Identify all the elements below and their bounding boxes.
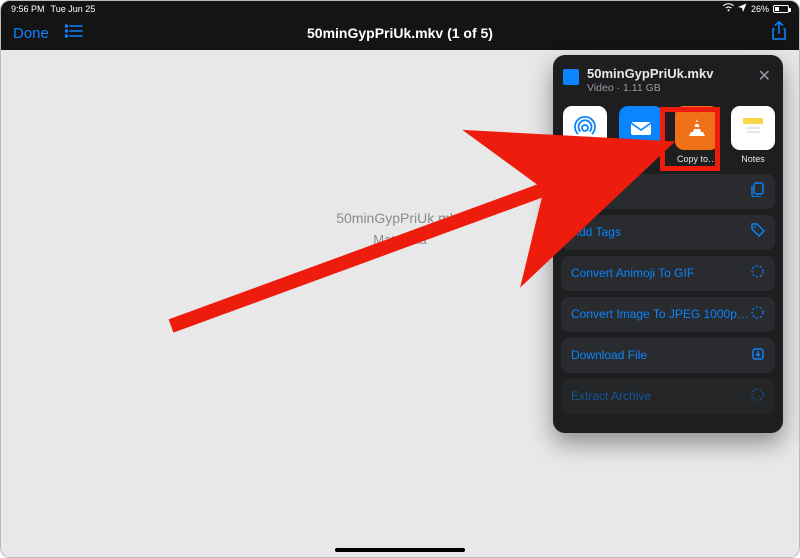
- action-jpeg[interactable]: Convert Image To JPEG 1000p…: [561, 297, 775, 332]
- share-actions: Copy Add Tags Convert Animoji To GIF Con…: [561, 174, 775, 414]
- battery-pct: 26%: [751, 4, 769, 14]
- share-button[interactable]: [771, 21, 787, 46]
- battery-icon: [773, 5, 789, 13]
- action-extract[interactable]: Extract Archive: [561, 379, 775, 414]
- share-subtitle: Video · 1.11 GB: [587, 82, 713, 94]
- list-icon[interactable]: [65, 24, 83, 43]
- wifi-icon: [723, 3, 734, 14]
- action-copy[interactable]: Copy: [561, 174, 775, 209]
- location-icon: [738, 3, 747, 14]
- action-label: Convert Animoji To GIF: [571, 266, 694, 280]
- share-app-label: Mail: [633, 154, 650, 164]
- action-add-tags[interactable]: Add Tags: [561, 215, 775, 250]
- spinner-icon: [750, 387, 765, 405]
- action-download[interactable]: Download File: [561, 338, 775, 373]
- share-app-airdrop[interactable]: AirDr…: [561, 106, 609, 164]
- action-animoji[interactable]: Convert Animoji To GIF: [561, 256, 775, 291]
- status-time: 9:56 PM: [11, 4, 45, 14]
- highlight-box: [660, 107, 720, 171]
- action-label: Add Tags: [571, 225, 621, 239]
- share-app-label: Notes: [741, 154, 765, 164]
- share-sheet: 50minGypPriUk.mkv Video · 1.11 GB ✕ AirD…: [553, 55, 783, 433]
- status-bar: 9:56 PM Tue Jun 25 26%: [1, 1, 799, 16]
- file-thumb-icon: [563, 69, 579, 85]
- close-icon[interactable]: ✕: [756, 67, 773, 87]
- done-button[interactable]: Done: [13, 25, 49, 42]
- action-label: Copy: [571, 184, 599, 198]
- download-icon: [751, 347, 765, 364]
- share-app-mail[interactable]: Mail: [617, 106, 665, 164]
- mail-icon: [619, 106, 663, 150]
- nav-title: 50minGypPriUk.mkv (1 of 5): [1, 25, 799, 41]
- airdrop-icon: [563, 106, 607, 150]
- home-indicator: [335, 548, 465, 552]
- share-app-notes[interactable]: Notes: [729, 106, 775, 164]
- status-date: Tue Jun 25: [51, 4, 96, 14]
- action-label: Download File: [571, 348, 647, 362]
- share-filename: 50minGypPriUk.mkv: [587, 67, 713, 82]
- action-label: Convert Image To JPEG 1000p…: [571, 307, 749, 321]
- action-label: Extract Archive: [571, 389, 651, 403]
- notes-icon: [731, 106, 775, 150]
- spinner-icon: [750, 305, 765, 323]
- copy-icon: [750, 182, 765, 200]
- spinner-icon: [750, 264, 765, 282]
- nav-bar: Done 50minGypPriUk.mkv (1 of 5): [1, 16, 799, 50]
- share-header: 50minGypPriUk.mkv Video · 1.11 GB ✕: [561, 63, 775, 104]
- share-app-label: AirDr…: [570, 154, 600, 164]
- tag-icon: [750, 223, 765, 241]
- screen: 9:56 PM Tue Jun 25 26% Done 50minGypPriU…: [0, 0, 800, 558]
